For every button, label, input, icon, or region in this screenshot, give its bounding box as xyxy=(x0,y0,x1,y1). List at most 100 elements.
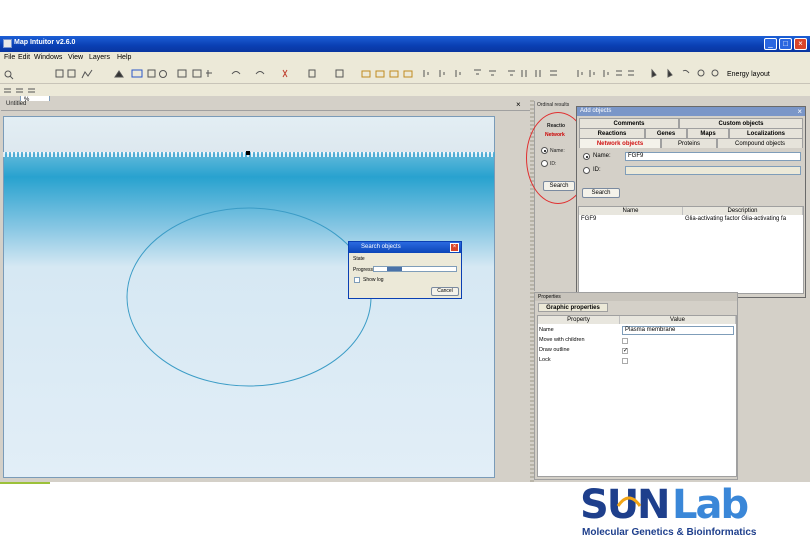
objects-panel-title: Ordinal results xyxy=(537,102,570,108)
results-table: Name Description FGF9 Glia-activating fa… xyxy=(578,206,804,294)
align-top-icon xyxy=(474,69,481,75)
progress-bar xyxy=(373,266,457,272)
fit-icon xyxy=(147,69,156,78)
column-name[interactable]: Name xyxy=(579,207,683,215)
ruler-marker[interactable] xyxy=(246,151,250,155)
table-icon xyxy=(28,88,35,93)
logo-lab: Lab xyxy=(672,482,749,528)
tab-localizations[interactable]: Localizations xyxy=(729,128,803,138)
menu-edit[interactable]: Edit xyxy=(18,54,30,61)
image-icon xyxy=(177,69,187,78)
editor-tab[interactable]: Untitled xyxy=(6,101,26,107)
column-property: Property xyxy=(538,316,620,324)
name-radio[interactable] xyxy=(583,153,590,160)
prop-move-checkbox[interactable] xyxy=(622,338,628,344)
list2-icon xyxy=(628,70,634,76)
globe-icon xyxy=(159,70,167,78)
layout-icon xyxy=(81,69,93,79)
paste-icon xyxy=(335,69,344,78)
rows-icon xyxy=(4,88,11,93)
menu-windows[interactable]: Windows xyxy=(34,54,62,61)
align-left-icon xyxy=(423,70,429,77)
dialog-title[interactable]: Search objects × xyxy=(349,242,461,253)
secondary-toolbar xyxy=(0,84,810,96)
menu-help[interactable]: Help xyxy=(117,54,131,61)
menu-layers[interactable]: Layers xyxy=(89,54,110,61)
pan-icon xyxy=(682,69,690,74)
id-input[interactable] xyxy=(625,166,801,175)
tab-network-objects[interactable]: Network objects xyxy=(579,138,661,148)
lasso-icon xyxy=(651,68,657,78)
name-label: Name: xyxy=(593,153,611,159)
undo-icon xyxy=(231,71,241,75)
name-input[interactable]: FGF9 xyxy=(625,152,801,161)
align-bottom-icon xyxy=(508,70,515,76)
main-toolbar: % Energy layout xyxy=(0,64,810,105)
distribute-h-icon xyxy=(521,70,527,77)
column-description[interactable]: Description xyxy=(683,207,803,215)
sunlab-logo: SU N Lab Molecular Genetics & Bioinforma… xyxy=(580,482,794,540)
editor-close-icon[interactable]: × xyxy=(516,100,521,109)
compartment-ellipse xyxy=(126,207,372,387)
row-description: Glia-activating factor Glia-activating f… xyxy=(685,216,787,222)
split-icon xyxy=(403,70,413,78)
cut-icon xyxy=(282,69,288,78)
ungroup-icon xyxy=(375,70,385,78)
tab-reactions[interactable]: Reactions xyxy=(579,128,645,138)
screen: Map Intuitor v2.6.0 _ □ × File Edit Wind… xyxy=(0,0,810,540)
tab-row-2: Reactions Genes Maps Localizations xyxy=(579,128,803,138)
same-size-icon xyxy=(550,70,557,76)
prop-name-label: Name xyxy=(539,327,554,333)
green-divider xyxy=(0,482,50,484)
id-label: ID: xyxy=(593,167,601,173)
zoom-in-icon xyxy=(697,69,705,77)
tab-compound-objects[interactable]: Compound objects xyxy=(717,138,803,148)
row-name: FGF9 xyxy=(581,216,597,222)
prop-outline-checkbox[interactable]: ✓ xyxy=(622,348,628,354)
add-objects-close-icon[interactable]: × xyxy=(797,107,802,116)
sun-rays-icon xyxy=(616,496,642,507)
properties-table: Property Value Name Plasma membrane Move… xyxy=(537,315,737,477)
toolbar-icons[interactable] xyxy=(0,64,810,84)
merge-icon xyxy=(389,70,399,78)
minimize-button[interactable]: _ xyxy=(764,38,777,50)
editor-header xyxy=(1,101,530,111)
maximize-button[interactable]: □ xyxy=(779,38,792,50)
prop-lock-checkbox[interactable] xyxy=(622,358,628,364)
show-log-label: Show log xyxy=(363,277,384,283)
pointer-icon xyxy=(667,68,673,78)
distribute-v-icon xyxy=(535,70,541,77)
list-icon xyxy=(616,70,622,76)
tab-proteins[interactable]: Proteins xyxy=(661,138,717,148)
tab-row-1: Comments Custom objects xyxy=(579,118,803,128)
cancel-button[interactable]: Cancel xyxy=(431,287,459,296)
properties-panel: Properties Graphic properties Property V… xyxy=(534,292,738,480)
prop-name-value[interactable]: Plasma membrane xyxy=(622,326,734,335)
redo-icon xyxy=(255,71,265,75)
tab-comments[interactable]: Comments xyxy=(579,118,679,128)
close-button[interactable]: × xyxy=(794,38,807,50)
layout-selector[interactable]: Energy layout xyxy=(727,71,770,78)
add-objects-title[interactable]: Add objects × xyxy=(577,107,805,116)
app-icon xyxy=(3,39,12,48)
search-button[interactable]: Search xyxy=(582,188,620,198)
tab-maps[interactable]: Maps xyxy=(687,128,729,138)
columns-icon xyxy=(16,88,23,93)
tab-graphic-properties[interactable]: Graphic properties xyxy=(538,303,608,312)
menu-file[interactable]: File xyxy=(4,54,15,61)
select-icon xyxy=(67,69,76,78)
horizontal-scrollbar[interactable] xyxy=(3,478,495,482)
progress-label: Progress xyxy=(353,267,374,273)
add-objects-title-text: Add objects xyxy=(580,108,612,114)
column-value: Value xyxy=(620,316,736,324)
show-log-checkbox[interactable] xyxy=(354,277,360,283)
menu-view[interactable]: View xyxy=(68,54,83,61)
spacing3-icon xyxy=(603,70,609,77)
tab-genes[interactable]: Genes xyxy=(645,128,687,138)
prop-lock-label: Lock xyxy=(539,357,551,363)
title-bar[interactable]: Map Intuitor v2.6.0 _ □ × xyxy=(0,36,810,52)
tab-custom-objects[interactable]: Custom objects xyxy=(679,118,803,128)
dialog-close-icon[interactable]: × xyxy=(450,243,459,252)
id-radio[interactable] xyxy=(583,167,590,174)
spacing-icon xyxy=(577,70,583,77)
